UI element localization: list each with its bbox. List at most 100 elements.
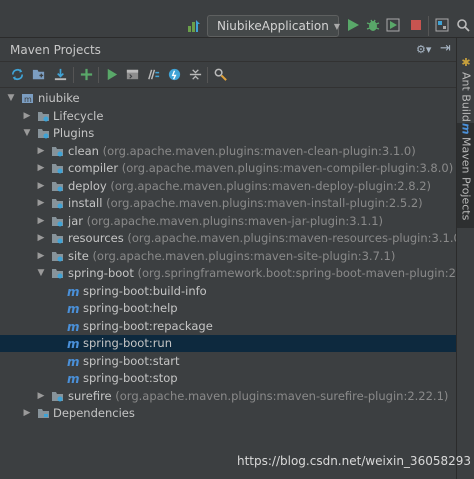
reimport-icon[interactable] bbox=[10, 67, 25, 82]
tree-node-plugin-site[interactable]: ▶ site (org.apache.maven.plugins:maven-s… bbox=[0, 248, 456, 265]
collapse-all-icon[interactable] bbox=[188, 67, 203, 82]
ant-build-tab-label: Ant Build bbox=[459, 72, 473, 122]
plugin-name: jar bbox=[68, 213, 83, 228]
goal-label: spring-boot:build-info bbox=[83, 283, 207, 298]
tree-node-goal[interactable]: m spring-boot:help bbox=[0, 300, 456, 317]
collapse-arrow-icon[interactable]: ▶ bbox=[36, 195, 46, 212]
maven-projects-tab-label: Maven Projects bbox=[459, 137, 473, 221]
ant-build-tab[interactable]: ✱ Ant Build bbox=[457, 56, 474, 131]
chevron-down-icon: ▼ bbox=[333, 21, 340, 31]
goal-label: spring-boot:stop bbox=[83, 371, 178, 385]
maven-settings-icon[interactable] bbox=[213, 67, 228, 82]
tree-node-goal[interactable]: m spring-boot:repackage bbox=[0, 318, 456, 335]
project-structure-icon[interactable] bbox=[434, 17, 450, 33]
expand-arrow-icon[interactable]: ▼ bbox=[36, 265, 46, 282]
run-with-coverage-icon[interactable] bbox=[385, 17, 401, 33]
lifecycle-folder-icon bbox=[38, 111, 49, 121]
collapse-arrow-icon[interactable]: ▶ bbox=[36, 388, 46, 405]
tree-node-plugins[interactable]: ▼ Plugins bbox=[0, 125, 456, 142]
expand-arrow-icon[interactable]: ▼ bbox=[22, 125, 32, 142]
tree-node-dependencies[interactable]: ▶ Dependencies bbox=[0, 405, 456, 422]
plugin-icon bbox=[52, 146, 63, 156]
plugin-coordinates: (org.apache.maven.plugins:maven-clean-pl… bbox=[102, 143, 416, 158]
maven-icon: m bbox=[459, 123, 473, 135]
collapse-arrow-icon[interactable]: ▶ bbox=[36, 160, 46, 177]
tree-node-plugin-deploy[interactable]: ▶ deploy (org.apache.maven.plugins:maven… bbox=[0, 178, 456, 195]
plugin-coordinates: (org.apache.maven.plugins:maven-resource… bbox=[127, 231, 456, 245]
tree-node-plugin-surefire[interactable]: ▶ surefire (org.apache.maven.plugins:mav… bbox=[0, 388, 456, 405]
toolbar-separator bbox=[98, 67, 99, 83]
generate-sources-icon[interactable] bbox=[31, 67, 46, 82]
download-sources-icon[interactable] bbox=[53, 67, 68, 82]
panel-title: Maven Projects bbox=[10, 43, 101, 57]
plugin-name: site bbox=[68, 248, 89, 263]
maven-project-tree: ▼ m niubike ▶ Lifecycle ▼ Plugins ▶ clea… bbox=[0, 90, 456, 479]
build-project-icon[interactable] bbox=[186, 17, 202, 33]
stop-icon[interactable] bbox=[408, 17, 424, 33]
run-configuration-label: NiubikeApplication bbox=[217, 19, 329, 33]
add-project-icon[interactable] bbox=[79, 67, 94, 82]
svg-text:m: m bbox=[24, 95, 32, 104]
run-maven-build-icon[interactable] bbox=[104, 67, 119, 82]
maven-goal-icon: m bbox=[67, 355, 80, 368]
collapse-arrow-icon[interactable]: ▶ bbox=[36, 248, 46, 265]
plugin-name: surefire bbox=[68, 388, 112, 403]
collapse-arrow-icon[interactable]: ▶ bbox=[36, 230, 46, 247]
collapse-arrow-icon[interactable]: ▶ bbox=[36, 213, 46, 230]
execute-maven-goal-icon[interactable] bbox=[125, 67, 140, 82]
plugin-icon bbox=[52, 391, 63, 401]
tree-node-plugin-clean[interactable]: ▶ clean (org.apache.maven.plugins:maven-… bbox=[0, 143, 456, 160]
collapse-arrow-icon[interactable]: ▶ bbox=[36, 178, 46, 195]
run-configuration-selector[interactable]: NiubikeApplication ▼ bbox=[207, 15, 340, 37]
toggle-offline-mode-icon[interactable] bbox=[146, 67, 161, 82]
collapse-arrow-icon[interactable]: ▶ bbox=[36, 143, 46, 160]
search-everywhere-icon[interactable] bbox=[455, 17, 471, 33]
plugin-icon bbox=[52, 181, 63, 191]
plugin-coordinates: (org.apache.maven.plugins:maven-install-… bbox=[106, 196, 423, 210]
run-icon[interactable] bbox=[345, 17, 361, 33]
plugin-coordinates: (org.apache.maven.plugins:maven-jar-plug… bbox=[86, 213, 384, 228]
plugin-name: clean bbox=[68, 143, 99, 158]
expand-arrow-icon[interactable]: ▼ bbox=[6, 90, 16, 107]
plugin-name: spring-boot bbox=[68, 266, 134, 280]
collapse-arrow-icon[interactable]: ▶ bbox=[22, 108, 32, 125]
plugin-icon bbox=[52, 216, 63, 226]
watermark: https://blog.csdn.net/weixin_36058293 bbox=[237, 454, 472, 468]
maven-projects-tab[interactable]: m Maven Projects bbox=[457, 123, 474, 228]
tree-node-lifecycle[interactable]: ▶ Lifecycle bbox=[0, 108, 456, 125]
maven-projects-panel: Maven Projects ⚙▾ ⇥ ▼ m niubike ▶ Lifecy… bbox=[0, 38, 456, 479]
goal-label: spring-boot:start bbox=[83, 353, 180, 368]
tree-node-plugin-jar[interactable]: ▶ jar (org.apache.maven.plugins:maven-ja… bbox=[0, 213, 456, 230]
plugin-coordinates: (org.apache.maven.plugins:maven-deploy-p… bbox=[110, 178, 432, 193]
dependencies-label: Dependencies bbox=[53, 406, 135, 420]
plugins-folder-icon bbox=[38, 129, 49, 139]
tree-node-goal[interactable]: m spring-boot:stop bbox=[0, 370, 456, 387]
plugin-coordinates: (org.springframework.boot:spring-boot-ma… bbox=[137, 266, 457, 280]
maven-goal-icon: m bbox=[67, 320, 80, 333]
plugin-name: install bbox=[68, 196, 103, 210]
svg-text:m: m bbox=[67, 337, 80, 350]
svg-text:m: m bbox=[67, 302, 80, 315]
tree-node-plugin-spring-boot[interactable]: ▼ spring-boot (org.springframework.boot:… bbox=[0, 265, 456, 282]
gear-icon[interactable]: ⚙▾ bbox=[416, 43, 431, 56]
tree-node-plugin-resources[interactable]: ▶ resources (org.apache.maven.plugins:ma… bbox=[0, 230, 456, 247]
tree-node-plugin-install[interactable]: ▶ install (org.apache.maven.plugins:mave… bbox=[0, 195, 456, 212]
tree-node-plugin-compiler[interactable]: ▶ compiler (org.apache.maven.plugins:mav… bbox=[0, 160, 456, 177]
collapse-arrow-icon[interactable]: ▶ bbox=[22, 405, 32, 422]
plugin-name: deploy bbox=[68, 178, 107, 193]
toggle-skip-tests-icon[interactable] bbox=[167, 67, 182, 82]
tree-node-goal[interactable]: m spring-boot:build-info bbox=[0, 283, 456, 300]
maven-toolbar bbox=[0, 62, 456, 88]
plugin-icon bbox=[52, 199, 63, 209]
plugin-coordinates: (org.apache.maven.plugins:maven-compiler… bbox=[121, 161, 454, 175]
tree-node-goal-selected[interactable]: m spring-boot:run bbox=[0, 335, 456, 352]
main-toolbar: NiubikeApplication ▼ bbox=[0, 0, 474, 38]
plugin-icon bbox=[52, 164, 63, 174]
plugin-icon bbox=[52, 234, 63, 244]
debug-icon[interactable] bbox=[365, 17, 381, 33]
tree-node-goal[interactable]: m spring-boot:start bbox=[0, 353, 456, 370]
tree-node-project[interactable]: ▼ m niubike bbox=[0, 90, 456, 107]
toolbar-separator bbox=[207, 67, 208, 83]
plugin-icon bbox=[52, 251, 63, 261]
hide-panel-icon[interactable]: ⇥ bbox=[440, 41, 451, 56]
